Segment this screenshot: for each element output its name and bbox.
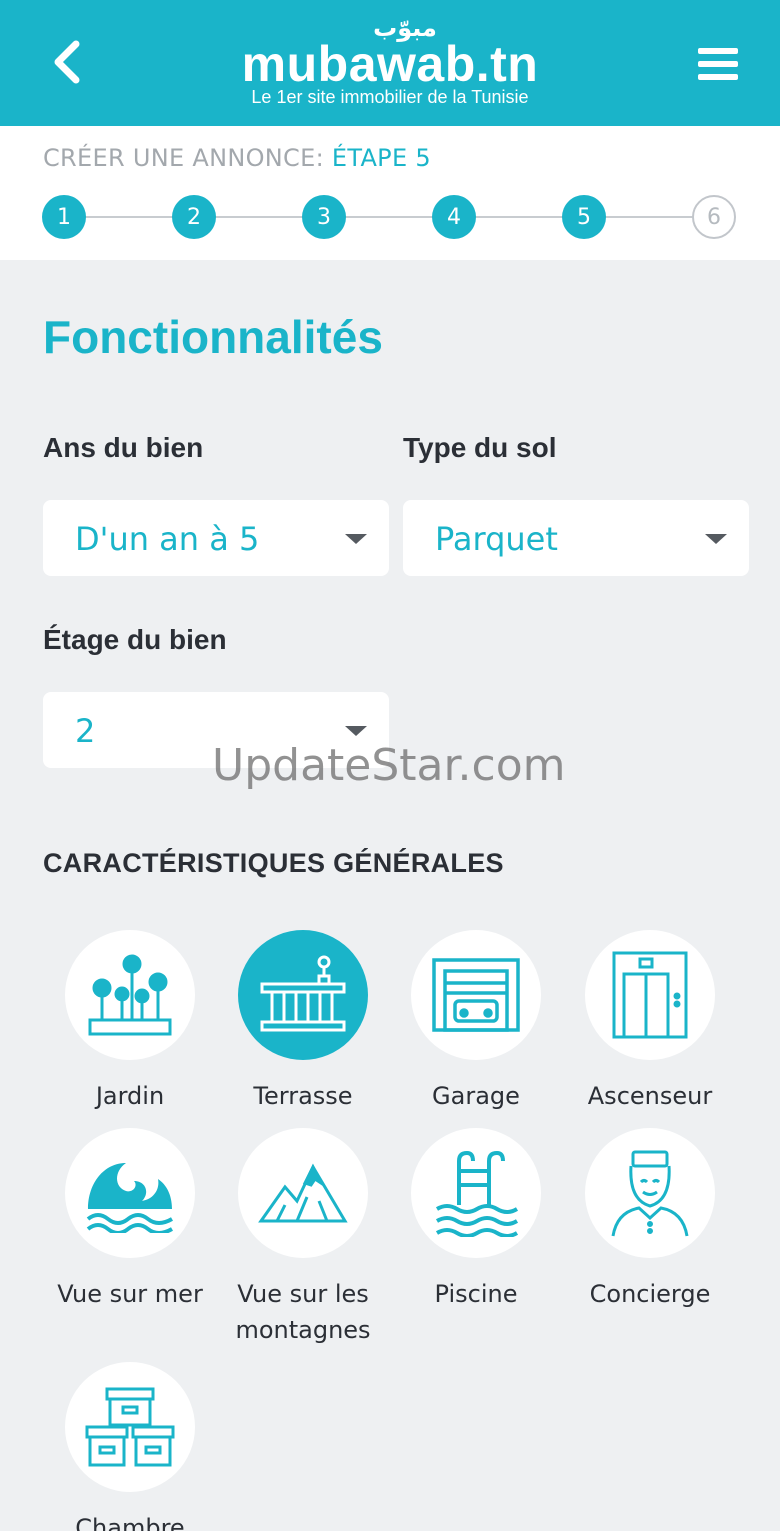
feature-jardin[interactable]: Jardin [43,930,217,1114]
back-button[interactable] [36,30,96,94]
step-1[interactable]: 1 [42,195,86,239]
step-2[interactable]: 2 [172,195,216,239]
chevron-down-icon [345,726,367,736]
floor-type-select-value: Parquet [435,520,558,558]
feature-disc [238,1128,368,1258]
step-3[interactable]: 3 [302,195,346,239]
feature-label: Vue sur mer [57,1280,203,1308]
feature-label: Jardin [95,1082,165,1110]
feature-disc [585,1128,715,1258]
feature-chambre[interactable]: Chambre [43,1362,217,1531]
features-heading: CARACTÉRISTIQUES GÉNÉRALES [43,848,504,878]
feature-disc [65,930,195,1060]
stepper-track [64,216,714,218]
garden-icon [88,954,172,1036]
feature-label: Ascenseur [587,1082,713,1110]
feature-disc [411,930,541,1060]
concierge-icon [611,1150,689,1237]
sea-view-icon [86,1163,173,1233]
logo[interactable]: مبوّب mubawab.tn Le 1er site immobilier … [190,14,590,114]
stepper-panel: CRÉER UNE ANNONCE: ÉTAPE 5 1 2 3 4 5 6 [0,126,780,260]
age-select-value: D'un an à 5 [75,520,260,558]
feature-label: Piscine [434,1280,518,1308]
feature-terrasse[interactable]: Terrasse [216,930,390,1114]
garage-icon [432,958,520,1032]
step-title-prefix: CRÉER UNE ANNONCE: [43,144,324,172]
feature-disc [411,1128,541,1258]
feature-concierge[interactable]: Concierge [563,1128,737,1312]
feature-disc [65,1362,195,1492]
hamburger-menu-icon [698,48,738,80]
logo-tagline: Le 1er site immobilier de la Tunisie [251,87,529,107]
feature-piscine[interactable]: Piscine [389,1128,563,1312]
storage-room-icon [85,1387,175,1467]
menu-button[interactable] [688,34,748,94]
feature-vue-sur-mer[interactable]: Vue sur mer [43,1128,217,1312]
step-title: CRÉER UNE ANNONCE: ÉTAPE 5 [43,144,431,172]
storey-select-value: 2 [75,712,96,750]
floor-type-select[interactable]: Parquet [403,500,749,576]
feature-disc [585,930,715,1060]
feature-garage[interactable]: Garage [389,930,563,1114]
storey-select[interactable]: 2 [43,692,389,768]
step-4[interactable]: 4 [432,195,476,239]
chevron-down-icon [705,534,727,544]
elevator-icon [612,951,688,1039]
age-label: Ans du bien [43,432,204,463]
mountain-view-icon [258,1163,348,1223]
storey-label: Étage du bien [43,624,227,655]
logo-text: mubawab.tn [241,36,539,92]
feature-label: Chambre [75,1514,185,1531]
chevron-down-icon [345,534,367,544]
step-title-current: ÉTAPE 5 [331,144,431,172]
pool-icon [435,1150,519,1237]
step-6[interactable]: 6 [692,195,736,239]
feature-label: Garage [432,1082,520,1110]
floor-type-label: Type du sol [403,432,557,463]
age-select[interactable]: D'un an à 5 [43,500,389,576]
chevron-left-icon [54,40,80,84]
feature-label: Vue sur les montagnes [235,1280,371,1344]
feature-disc [238,930,368,1060]
step-5[interactable]: 5 [562,195,606,239]
feature-disc [65,1128,195,1258]
feature-ascenseur[interactable]: Ascenseur [563,930,737,1114]
feature-vue-montagnes[interactable]: Vue sur les montagnes [216,1128,390,1348]
terrace-icon [260,955,346,1032]
feature-label: Terrasse [253,1082,353,1110]
feature-label: Concierge [589,1280,711,1308]
page-title: Fonctionnalités [43,311,383,363]
app-header: مبوّب mubawab.tn Le 1er site immobilier … [0,0,780,126]
